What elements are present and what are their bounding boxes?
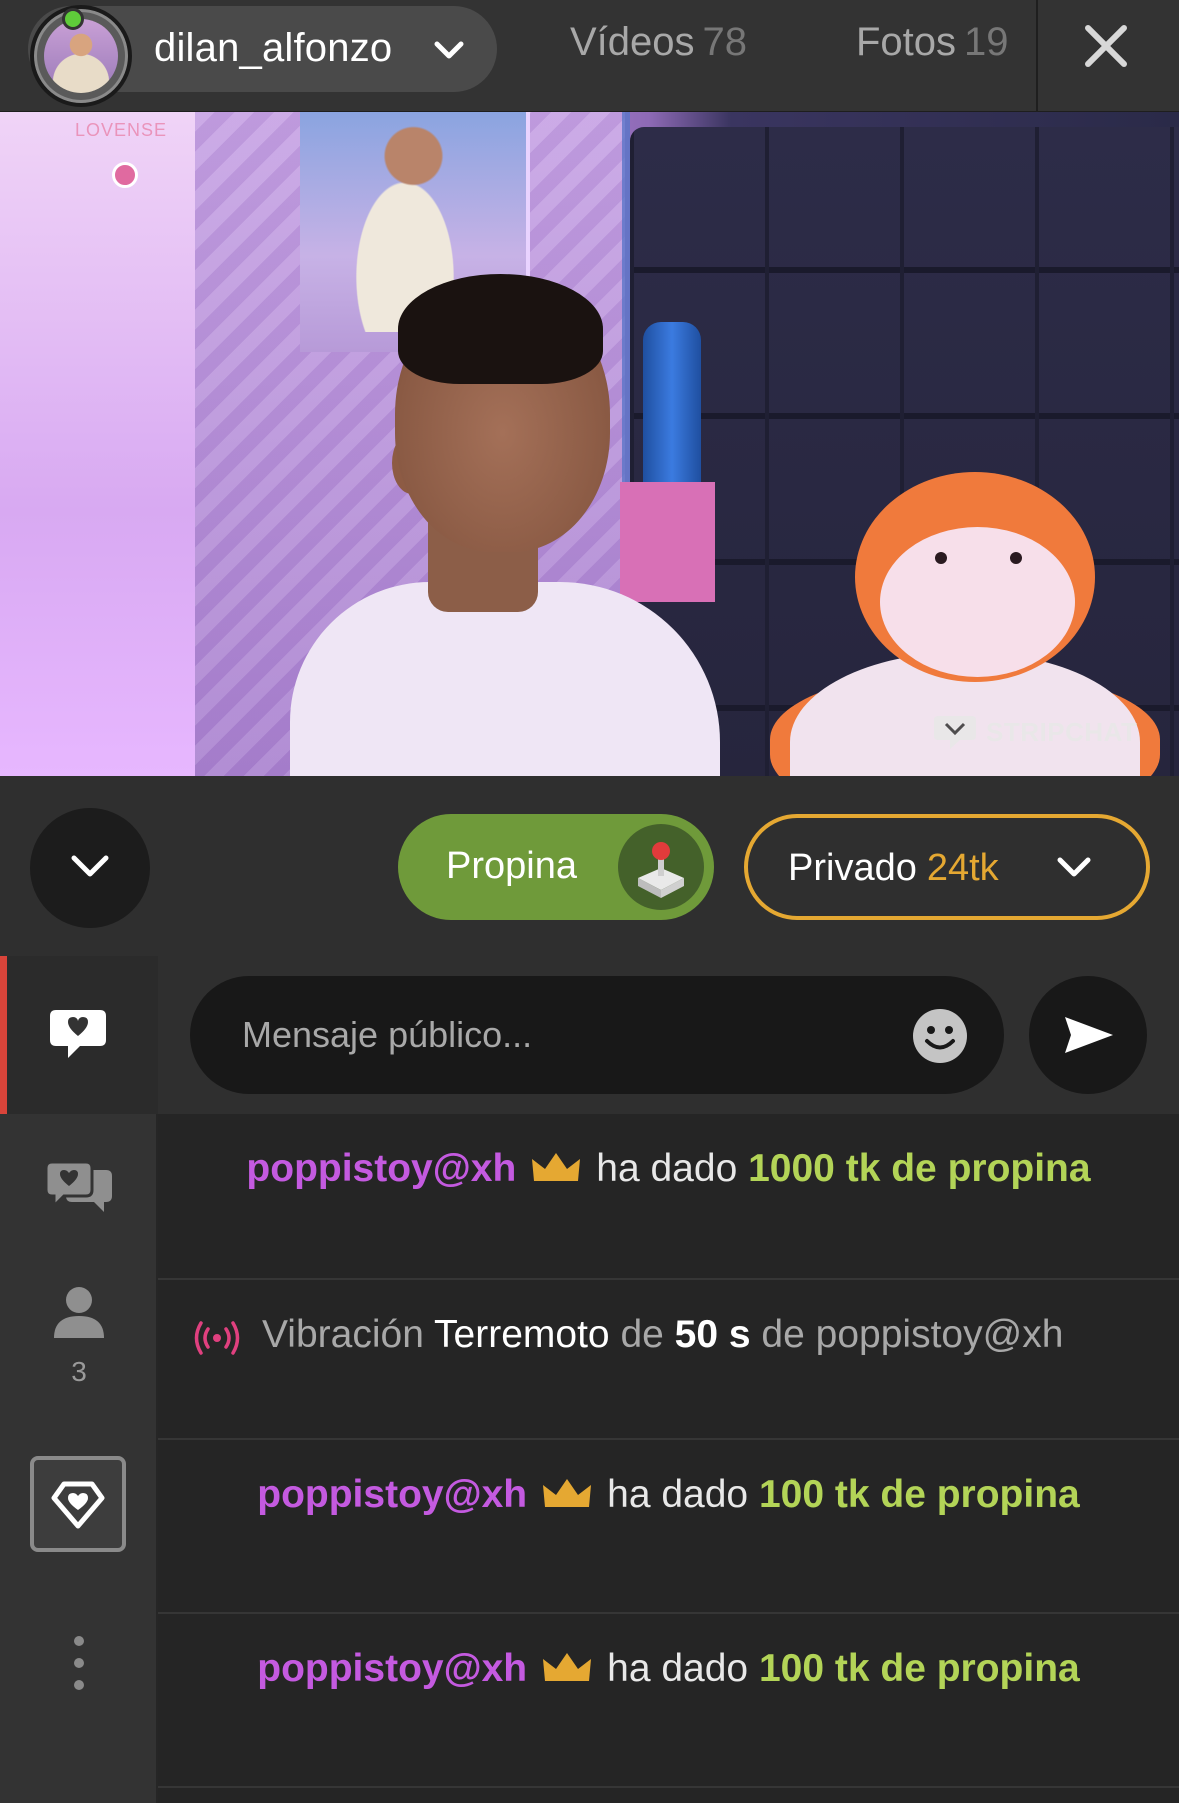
public-message-input[interactable] — [190, 976, 1004, 1094]
vibe-duration: 50 s — [674, 1313, 751, 1356]
watermark-text: STRIPCHAT — [986, 716, 1138, 747]
tip-amount: 1000 tk de propina — [748, 1147, 1091, 1190]
sidebar-item-users[interactable]: 3 — [0, 1264, 158, 1414]
list-item: poppistoy@xh ha dado 100 tk de propina — [158, 1440, 1179, 1614]
model-profile-pill[interactable]: dilan_alfonzo — [28, 5, 497, 107]
video-person-hair — [398, 274, 603, 384]
vibe-mode: Terremoto — [434, 1313, 610, 1356]
chevron-down-icon — [1057, 857, 1091, 877]
lovense-overlay-text: LOVENSE — [75, 120, 168, 140]
video-plush-eye — [935, 552, 947, 564]
vibe-prefix: Vibración — [262, 1313, 424, 1356]
crown-icon — [532, 1153, 581, 1181]
sidebar-item-ultimate[interactable] — [30, 1456, 126, 1552]
private-label-text: Privado — [788, 847, 917, 889]
list-item: Vibración Terremoto de 50 s de poppistoy… — [158, 1280, 1179, 1440]
joystick-icon — [618, 824, 704, 910]
close-icon[interactable] — [1082, 22, 1130, 70]
more-options-icon[interactable] — [66, 1636, 92, 1696]
tip-button-label: Propina — [446, 845, 577, 887]
diamond-icon — [51, 1481, 105, 1529]
tab-photos-count: 19 — [964, 20, 1009, 64]
live-video-player[interactable]: LOVENSE STRIPCHAT — [0, 112, 1179, 776]
tip-amount: 100 tk de propina — [758, 1473, 1080, 1516]
active-tab-indicator — [0, 956, 7, 1114]
tip-amount: 100 tk de propina — [758, 1647, 1080, 1690]
header-divider — [1036, 0, 1038, 112]
action-bar: Propina Privado 24tk — [0, 776, 1179, 956]
vibration-message-text: Vibración Terremoto de 50 s de poppistoy… — [262, 1308, 1082, 1362]
chat-bubble-heart-icon — [50, 1010, 106, 1058]
message-verb: ha dado — [607, 1473, 749, 1516]
vibe-connector: de — [620, 1313, 664, 1356]
top-bar: dilan_alfonzo Vídeos 78 Fotos 19 — [0, 0, 1179, 112]
list-item: poppistoy@xh ha dado 100 tk de propina — [158, 1614, 1179, 1788]
private-show-button[interactable]: Privado 24tk — [744, 814, 1150, 920]
send-button[interactable] — [1029, 976, 1147, 1094]
tab-videos[interactable]: Vídeos 78 — [570, 20, 747, 65]
tab-videos-count: 78 — [702, 20, 748, 64]
message-verb: ha dado — [607, 1647, 749, 1690]
chat-composer — [158, 956, 1179, 1114]
private-show-label: Privado 24tk — [788, 847, 999, 890]
stripchat-watermark: STRIPCHAT — [932, 712, 1137, 752]
video-bg-box — [620, 482, 715, 602]
online-status-dot — [62, 8, 84, 30]
tab-photos[interactable]: Fotos 19 — [856, 20, 1009, 65]
chevron-down-icon[interactable] — [432, 36, 466, 66]
avatar-image — [44, 19, 118, 93]
message-username[interactable]: poppistoy@xh — [246, 1147, 516, 1190]
video-plush-face — [880, 527, 1075, 677]
chat-bubbles-icon — [44, 1160, 112, 1212]
collapse-chat-button[interactable] — [30, 808, 150, 928]
stripchat-logo-icon — [934, 716, 976, 749]
emoji-icon[interactable] — [912, 1008, 968, 1064]
message-username[interactable]: poppistoy@xh — [816, 1313, 1064, 1356]
message-username[interactable]: poppistoy@xh — [257, 1473, 527, 1516]
chat-message-list[interactable]: poppistoy@xh ha dado 1000 tk de propina V… — [158, 1114, 1179, 1803]
users-count: 3 — [71, 1356, 87, 1387]
tab-photos-label: Fotos — [856, 20, 957, 64]
model-username[interactable]: dilan_alfonzo — [154, 26, 392, 71]
tab-videos-label: Vídeos — [570, 20, 695, 64]
vibe-connector: de — [761, 1313, 805, 1356]
crown-icon — [543, 1653, 592, 1681]
user-icon — [54, 1287, 104, 1338]
tip-button[interactable]: Propina — [398, 814, 714, 920]
send-arrow-icon — [1065, 1017, 1113, 1053]
sidebar-item-public-chat[interactable] — [0, 956, 158, 1114]
message-username[interactable]: poppistoy@xh — [257, 1647, 527, 1690]
private-price: 24tk — [926, 847, 999, 889]
vibration-icon — [194, 1321, 240, 1355]
list-item: poppistoy@xh ha dado 1000 tk de propina — [158, 1114, 1179, 1280]
lovense-status-icon — [112, 162, 138, 188]
chevron-down-icon — [71, 855, 109, 877]
sidebar-item-private-messages[interactable] — [0, 1114, 158, 1264]
video-plush-eye — [1010, 552, 1022, 564]
message-verb: ha dado — [596, 1147, 738, 1190]
crown-icon — [543, 1479, 592, 1507]
